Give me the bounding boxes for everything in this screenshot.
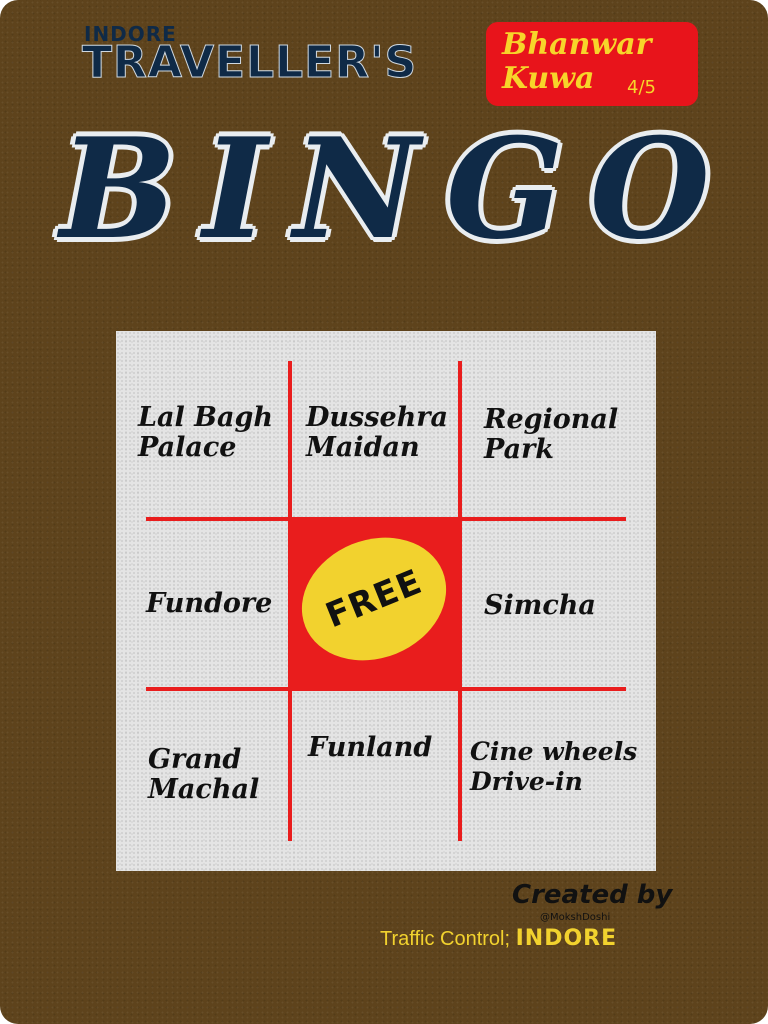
grid-line-horizontal-top [146, 517, 626, 521]
footer: Traffic Control; INDORE [380, 926, 617, 951]
cell-line: Simcha [484, 590, 596, 621]
cell-cine-wheels-drive-in[interactable]: Cine wheels Drive-in [470, 737, 637, 797]
bingo-card: INDORE TRAVELLER'S Bhanwar Kuwa 4/5 B I … [0, 0, 768, 1024]
free-label: FREE [320, 561, 428, 637]
cell-line: Lal Bagh [138, 402, 273, 433]
cell-line: Maidan [306, 432, 420, 463]
bingo-title: B I N G O [60, 104, 710, 274]
badge-location-line1: Bhanwar [502, 27, 652, 62]
grid-line-vertical-right [458, 361, 462, 841]
cell-regional-park[interactable]: Regional Park [484, 405, 618, 465]
cell-line: Dussehra [306, 402, 448, 433]
footer-prefix: Traffic Control; [380, 928, 511, 950]
cell-line: Park [484, 434, 555, 465]
cell-funland[interactable]: Funland [308, 733, 432, 763]
cell-line: Machal [148, 774, 260, 805]
bingo-letter-g: G [445, 107, 564, 270]
bingo-board: FREE Lal Bagh Palace Dussehra Maidan Reg… [116, 331, 656, 871]
free-cell[interactable]: FREE [283, 516, 465, 688]
cell-dussehra-maidan[interactable]: Dussehra Maidan [306, 403, 448, 463]
bingo-letter-b: B [60, 107, 177, 270]
free-oval: FREE [283, 516, 465, 682]
bingo-letter-n: N [293, 107, 420, 270]
cell-line: Funland [308, 732, 433, 763]
grid-line-vertical-left [288, 361, 292, 841]
bingo-letter-i: I [202, 107, 268, 270]
cell-line: Regional [484, 404, 619, 435]
cell-line: Grand [148, 744, 242, 775]
bingo-letter-o: O [589, 107, 710, 270]
footer-city: INDORE [515, 926, 618, 951]
credit-handle: @MokshDoshi [540, 912, 611, 923]
grid-line-horizontal-bottom [146, 687, 626, 691]
cell-line: Fundore [146, 588, 273, 619]
cell-fundore[interactable]: Fundore [146, 589, 272, 619]
cell-lal-bagh-palace[interactable]: Lal Bagh Palace [138, 403, 273, 463]
subtitle: TRAVELLER'S [81, 37, 418, 88]
location-badge: Bhanwar Kuwa 4/5 [486, 22, 698, 106]
credit-label: Created by [512, 880, 673, 910]
cell-line: Cine wheels [470, 737, 638, 766]
cell-line: Drive-in [470, 767, 583, 796]
cell-grand-machal[interactable]: Grand Machal [148, 745, 259, 805]
cell-simcha[interactable]: Simcha [484, 591, 596, 621]
cell-line: Palace [138, 432, 237, 463]
badge-rating: 4/5 [627, 77, 656, 98]
